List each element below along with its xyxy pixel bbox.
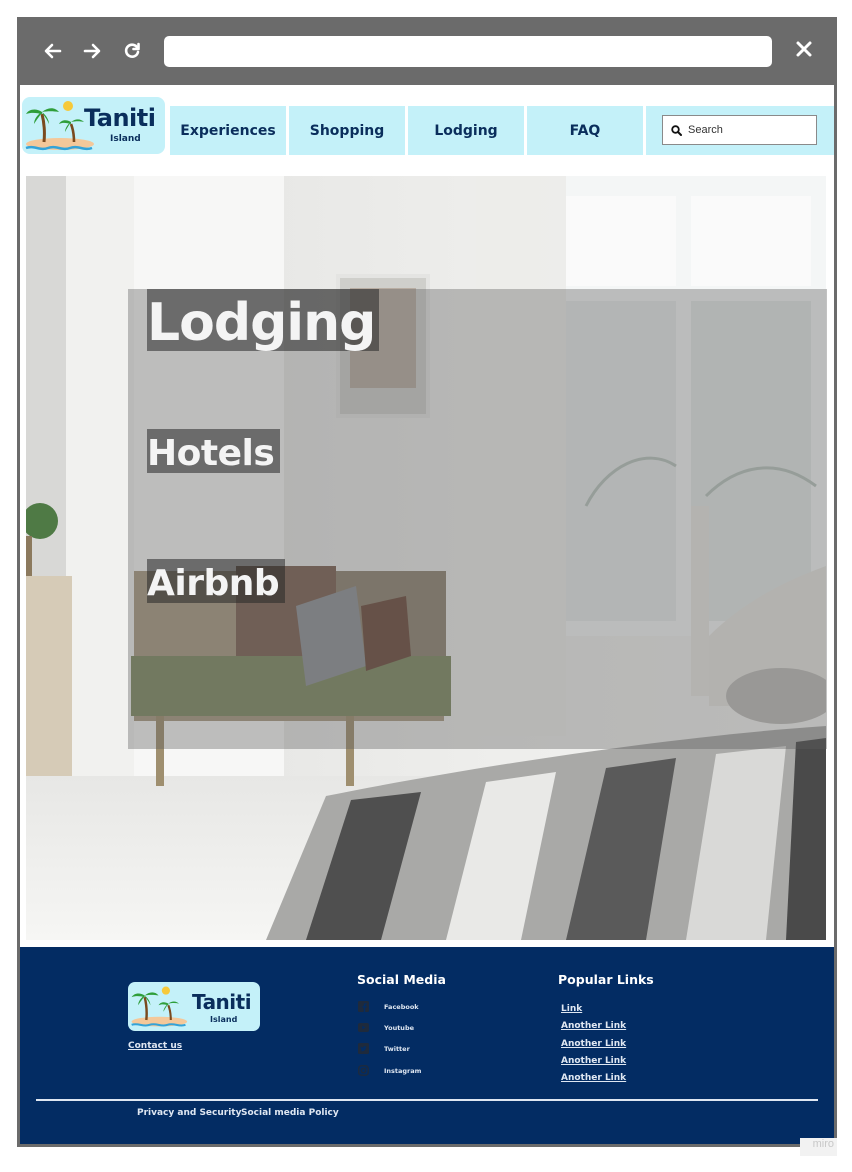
footer-logo-subtitle: Island — [210, 1015, 238, 1024]
nav-shopping[interactable]: Shopping — [289, 106, 405, 155]
search-input[interactable] — [688, 124, 808, 136]
nav-lodging[interactable]: Lodging — [408, 106, 524, 155]
social-instagram[interactable]: Instagram — [358, 1065, 421, 1076]
hotels-link[interactable]: Hotels — [147, 429, 281, 474]
address-bar[interactable] — [164, 36, 772, 67]
search-icon — [671, 124, 682, 136]
popular-links-heading: Popular Links — [558, 972, 654, 987]
social-label: Twitter — [384, 1044, 410, 1053]
close-icon — [796, 41, 812, 57]
reload-button[interactable] — [121, 41, 143, 63]
privacy-link[interactable]: Privacy and Security — [137, 1108, 241, 1118]
footer-divider — [36, 1099, 818, 1101]
contact-us-link[interactable]: Contact us — [128, 1041, 182, 1051]
social-label: Youtube — [384, 1023, 414, 1032]
popular-link[interactable]: Link — [561, 1004, 582, 1014]
youtube-icon — [358, 1022, 369, 1033]
search-area — [646, 106, 834, 155]
browser-toolbar — [17, 17, 837, 85]
forward-button[interactable] — [81, 41, 103, 63]
popular-link[interactable]: Another Link — [561, 1039, 626, 1049]
social-youtube[interactable]: Youtube — [358, 1022, 414, 1033]
site-logo[interactable]: Taniti Island — [22, 97, 165, 154]
social-policy-link[interactable]: Social media Policy — [241, 1108, 339, 1118]
instagram-icon — [358, 1065, 369, 1076]
palm-island-icon — [131, 986, 188, 1027]
footer-logo[interactable]: Taniti Island — [128, 982, 260, 1031]
site-footer: Taniti Island Contact us Social Media Fa… — [20, 947, 834, 1144]
arrow-left-icon — [44, 43, 62, 59]
search-field[interactable] — [662, 115, 817, 145]
page-title: Lodging — [147, 289, 380, 353]
popular-link[interactable]: Another Link — [561, 1021, 626, 1031]
hero-overlay — [128, 289, 827, 749]
social-twitter[interactable]: Twitter — [358, 1043, 410, 1054]
reload-icon — [124, 42, 140, 58]
miro-watermark: miro — [800, 1138, 837, 1156]
twitter-icon — [358, 1043, 369, 1054]
facebook-icon — [358, 1001, 369, 1012]
popular-link[interactable]: Another Link — [561, 1073, 626, 1083]
footer-logo-name: Taniti — [192, 990, 252, 1014]
airbnb-link[interactable]: Airbnb — [147, 559, 286, 604]
social-label: Instagram — [384, 1066, 422, 1075]
back-button[interactable] — [42, 41, 64, 63]
nav-faq[interactable]: FAQ — [527, 106, 643, 155]
nav-experiences[interactable]: Experiences — [170, 106, 286, 155]
arrow-right-icon — [83, 43, 101, 59]
close-button[interactable] — [795, 39, 813, 64]
logo-name: Taniti — [84, 104, 156, 132]
social-label: Facebook — [384, 1002, 419, 1011]
social-facebook[interactable]: Facebook — [358, 1001, 419, 1012]
logo-subtitle: Island — [110, 134, 141, 144]
social-media-heading: Social Media — [357, 972, 446, 987]
popular-link[interactable]: Another Link — [561, 1056, 626, 1066]
